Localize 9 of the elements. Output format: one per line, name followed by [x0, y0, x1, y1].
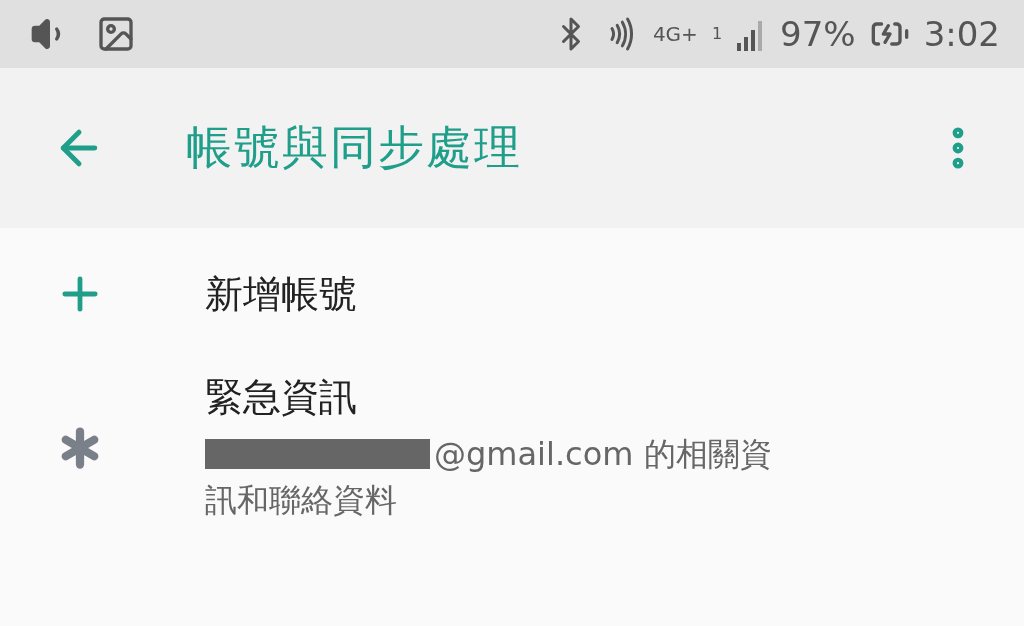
- image-icon: [96, 14, 136, 54]
- item-title[interactable]: 新增帳號: [205, 268, 357, 320]
- network-type: 4G+: [652, 24, 698, 44]
- item-title[interactable]: 緊急資訊: [205, 372, 775, 423]
- clock-time: 3:02: [923, 17, 1000, 51]
- battery-percent: 97%: [780, 17, 856, 51]
- page-title: 帳號與同步處理: [186, 119, 523, 176]
- item-summary: @gmail.com 的相關資訊和聯絡資料: [205, 435, 772, 519]
- sim-number: 1: [711, 26, 723, 42]
